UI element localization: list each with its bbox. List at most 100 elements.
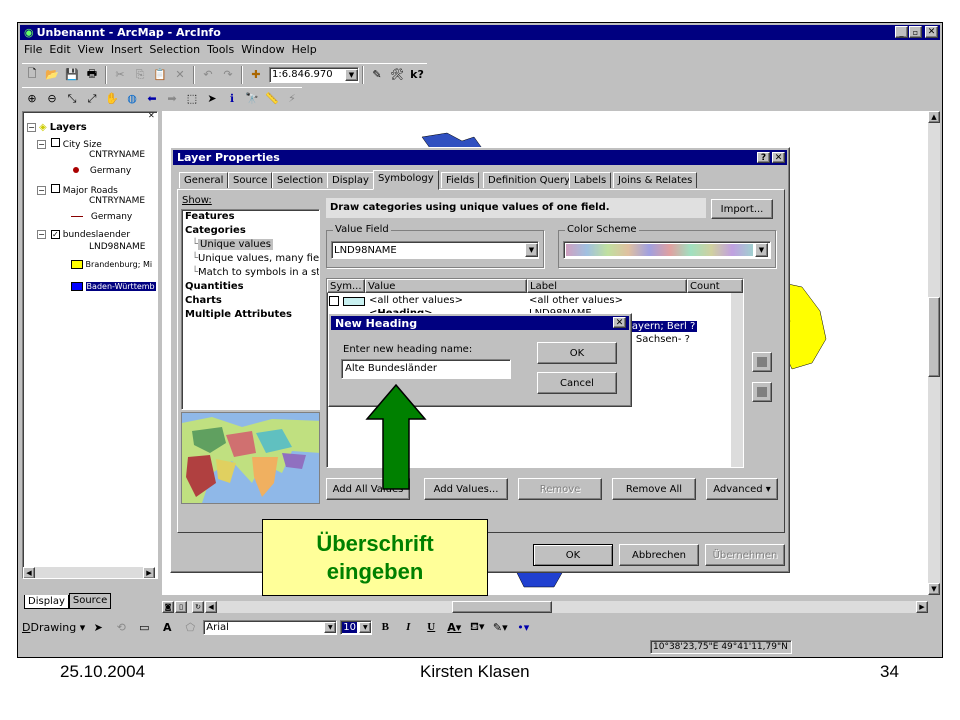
toc-layer-city[interactable]: − City Size xyxy=(37,138,102,150)
tab-labels[interactable]: Labels xyxy=(569,172,612,188)
layer-checkbox-checked[interactable]: ✓ xyxy=(50,230,60,239)
remove-button[interactable]: Remove xyxy=(518,478,602,500)
remove-all-button[interactable]: Remove All xyxy=(612,478,696,500)
select-features-icon[interactable]: ⬚ xyxy=(184,91,200,107)
tab-joins[interactable]: Joins & Relates xyxy=(613,172,698,188)
menu-view[interactable]: View xyxy=(78,43,104,56)
collapse-icon[interactable]: − xyxy=(27,123,36,132)
layer-checkbox[interactable] xyxy=(50,138,60,147)
save-icon[interactable]: 💾 xyxy=(64,67,80,83)
toc-layers-root[interactable]: − ◈ Layers xyxy=(27,122,87,133)
toc-layer-bundeslaender[interactable]: − ✓ bundeslaender xyxy=(37,230,130,240)
scale-box[interactable]: 1:6.846.970 ▼ xyxy=(269,66,359,83)
tab-general[interactable]: General xyxy=(179,172,229,188)
scroll-left-icon[interactable]: ◀ xyxy=(23,567,35,578)
redo-icon[interactable]: ↷ xyxy=(220,67,236,83)
arctoolbox-icon[interactable]: 🛠 xyxy=(389,67,405,83)
undo-icon[interactable]: ↶ xyxy=(200,67,216,83)
table-vscrollbar[interactable] xyxy=(731,293,743,467)
layer-checkbox[interactable] xyxy=(50,184,60,193)
color-scheme-select[interactable]: ▼ xyxy=(563,241,771,259)
map-hscrollbar[interactable]: ◙ ▯ ↻ ◀ ▶ xyxy=(162,601,928,613)
fixed-zoom-in-icon[interactable]: ⤡ xyxy=(64,91,80,107)
rotate-icon[interactable]: ⟲ xyxy=(113,619,129,635)
scroll-down-icon[interactable]: ▼ xyxy=(928,583,940,595)
forward-icon[interactable]: ➡ xyxy=(164,91,180,107)
scroll-thumb[interactable] xyxy=(928,297,940,377)
underline-button[interactable]: U xyxy=(423,619,439,635)
italic-button[interactable]: I xyxy=(400,619,416,635)
tree-features[interactable]: Features xyxy=(185,211,235,222)
scroll-right-icon[interactable]: ▶ xyxy=(143,567,155,578)
help-button[interactable]: ? xyxy=(757,152,770,163)
hyperlink-icon[interactable]: ⚡ xyxy=(284,91,300,107)
tab-display[interactable]: Display xyxy=(327,172,374,188)
menu-selection[interactable]: Selection xyxy=(149,43,200,56)
new-heading-close[interactable]: ✕ xyxy=(613,317,626,328)
find-icon[interactable]: 🔭 xyxy=(244,91,260,107)
pause-icon[interactable]: ◀ xyxy=(205,601,217,613)
new-icon[interactable]: 🗋 xyxy=(24,67,40,83)
tab-source[interactable]: Source xyxy=(68,593,112,609)
column-value[interactable]: Value xyxy=(365,279,527,293)
row-checkbox[interactable] xyxy=(329,296,339,306)
edit-vertices-icon[interactable]: ⬠ xyxy=(182,619,198,635)
tab-source[interactable]: Source xyxy=(228,172,273,188)
value-field-select[interactable]: LND98NAME ▼ xyxy=(331,241,539,259)
symbol-swatch[interactable] xyxy=(343,297,365,306)
fill-color-icon[interactable]: ⛾▾ xyxy=(469,619,485,635)
value-field-dropdown[interactable]: ▼ xyxy=(525,243,538,257)
layout-view-icon[interactable]: ▯ xyxy=(175,601,187,613)
minimize-button[interactable]: _ xyxy=(895,26,908,38)
toc-hscrollbar[interactable]: ◀ ▶ xyxy=(23,567,155,578)
whats-this-icon[interactable]: k? xyxy=(409,67,425,83)
line-color-icon[interactable]: ✎▾ xyxy=(492,619,508,635)
abbrechen-button[interactable]: Abbrechen xyxy=(619,544,699,566)
size-dropdown[interactable]: ▼ xyxy=(359,621,372,633)
advanced-button[interactable]: Advanced ▾ xyxy=(706,478,778,500)
color-scheme-dropdown[interactable]: ▼ xyxy=(755,243,768,257)
menu-edit[interactable]: Edit xyxy=(49,43,70,56)
tree-unique-values[interactable]: └ Unique values xyxy=(192,239,274,250)
tree-multiple-attributes[interactable]: Multiple Attributes xyxy=(185,309,292,320)
font-color-icon[interactable]: A▾ xyxy=(446,619,462,635)
text-icon[interactable]: A xyxy=(159,619,175,635)
tree-quantities[interactable]: Quantities xyxy=(185,281,244,292)
import-button[interactable]: Import... xyxy=(711,199,773,219)
size-select[interactable]: 10 ▼ xyxy=(340,619,373,635)
fixed-zoom-out-icon[interactable]: ⤢ xyxy=(84,91,100,107)
tab-symbology[interactable]: Symbology xyxy=(373,170,439,190)
bold-button[interactable]: B xyxy=(377,619,393,635)
tab-selection[interactable]: Selection xyxy=(272,172,329,188)
pan-icon[interactable]: ✋ xyxy=(104,91,120,107)
tree-charts[interactable]: Charts xyxy=(185,295,222,306)
menu-window[interactable]: Window xyxy=(241,43,284,56)
move-up-button[interactable] xyxy=(752,352,772,372)
scale-dropdown[interactable]: ▼ xyxy=(345,68,358,81)
tab-display[interactable]: Display xyxy=(24,595,69,609)
tab-fields[interactable]: Fields xyxy=(441,172,480,188)
menu-file[interactable]: File xyxy=(24,43,42,56)
menu-insert[interactable]: Insert xyxy=(111,43,143,56)
rectangle-icon[interactable]: ▭ xyxy=(136,619,152,635)
menu-tools[interactable]: Tools xyxy=(207,43,234,56)
paste-icon[interactable]: 📋 xyxy=(152,67,168,83)
column-label[interactable]: Label xyxy=(527,279,687,293)
delete-icon[interactable]: ✕ xyxy=(172,67,188,83)
apply-button[interactable]: Übernehmen xyxy=(705,544,785,566)
add-values-button[interactable]: Add Values... xyxy=(424,478,508,500)
column-symbol[interactable]: Sym... xyxy=(327,279,365,293)
editor-icon[interactable]: ✎ xyxy=(369,67,385,83)
back-icon[interactable]: ⬅ xyxy=(144,91,160,107)
select-elements-icon[interactable]: ➤ xyxy=(204,91,220,107)
new-heading-cancel-button[interactable]: Cancel xyxy=(537,372,617,394)
map-vscrollbar[interactable]: ▲ ▼ xyxy=(928,111,940,595)
maximize-button[interactable]: ▫ xyxy=(909,26,922,38)
cut-icon[interactable]: ✂ xyxy=(112,67,128,83)
dialog-close-button[interactable]: ✕ xyxy=(772,152,785,163)
marker-color-icon[interactable]: •▾ xyxy=(515,619,531,635)
font-dropdown[interactable]: ▼ xyxy=(324,621,337,633)
scroll-right-icon[interactable]: ▶ xyxy=(916,601,928,613)
drawing-menu[interactable]: DDrawing ▾ xyxy=(22,621,85,634)
tree-match-symbols[interactable]: └Match to symbols in a sty xyxy=(192,267,319,278)
